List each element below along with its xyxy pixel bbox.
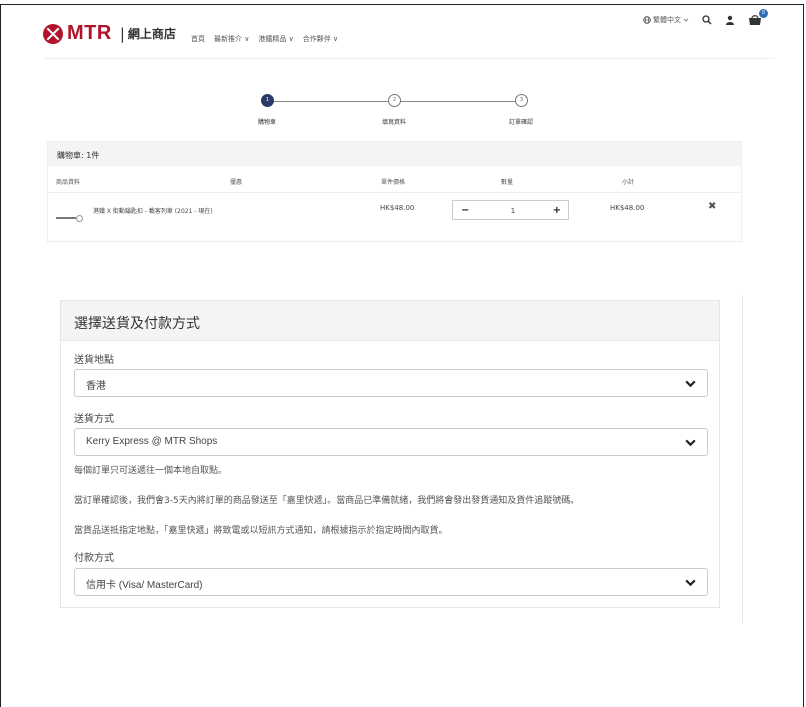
- delivery-method-value: Kerry Express @ MTR Shops: [86, 436, 218, 447]
- payment-method-label: 付款方式: [74, 553, 114, 564]
- column-header-product: 商品資料: [56, 179, 81, 186]
- delivery-location-select[interactable]: 香港: [74, 369, 708, 397]
- step-connector: [401, 101, 516, 102]
- column-header-subtotal: 小計: [622, 179, 635, 186]
- main-nav: 首頁 最新推介 ∨ 港鐵精品 ∨ 合作夥伴 ∨: [191, 34, 338, 44]
- product-name[interactable]: 港鐵 X 街動鑰匙扣 - 載客列車 (2021 - 現在): [93, 206, 218, 217]
- cart-divider: [48, 192, 741, 193]
- header-tools: 繁體中文 0: [643, 9, 768, 26]
- user-icon[interactable]: [725, 15, 735, 25]
- step-1-label: 購物車: [257, 119, 276, 126]
- delivery-location-value: 香港: [86, 381, 106, 392]
- quantity-stepper: − 1 +: [452, 200, 569, 220]
- quantity-decrease-button[interactable]: −: [461, 205, 469, 216]
- cart-table: 購物車: 1件 商品資料 優惠 單件價格 數量 小計 港鐵 X 街動鑰匙扣 - …: [47, 141, 742, 242]
- quantity-input[interactable]: 1: [503, 207, 523, 215]
- chevron-down-icon: [683, 18, 689, 22]
- shipping-panel-title: 選擇送貨及付款方式: [74, 316, 200, 332]
- delivery-location-label: 送貨地點: [74, 355, 114, 366]
- remove-item-icon[interactable]: ✖: [708, 201, 716, 212]
- column-header-discount: 優惠: [230, 179, 243, 186]
- delivery-note: 當貨品送抵指定地點，「嘉里快遞」將致電或以短訊方式通知，請根據指示於指定時間內取…: [74, 526, 448, 536]
- cart-title: 購物車: 1件: [57, 151, 100, 160]
- delivery-method-select[interactable]: Kerry Express @ MTR Shops: [74, 428, 708, 456]
- column-header-quantity: 數量: [501, 179, 514, 186]
- language-selector[interactable]: 繁體中文: [643, 15, 689, 25]
- cart-button[interactable]: 0: [748, 9, 768, 26]
- delivery-method-label: 送貨方式: [74, 414, 114, 425]
- payment-method-select[interactable]: 信用卡 (Visa/ MasterCard): [74, 568, 708, 596]
- step-3-label: 訂單確認: [508, 119, 533, 126]
- nav-item-products[interactable]: 港鐵精品 ∨: [258, 34, 293, 44]
- mtr-logo-icon: [43, 23, 63, 44]
- panel-divider: [742, 295, 743, 623]
- chevron-down-icon: [685, 439, 696, 447]
- header-divider: [44, 58, 774, 59]
- language-label: 繁體中文: [653, 16, 681, 24]
- step-2-label: 填寫資料: [381, 119, 406, 126]
- cart-header: 購物車: 1件: [48, 142, 741, 166]
- column-header-unit-price: 單件價格: [381, 179, 406, 186]
- step-connector: [273, 101, 388, 102]
- product-thumbnail[interactable]: [56, 215, 84, 222]
- delivery-note: 當訂單確認後，我們會3-5天內將訂單的商品發送至「嘉里快遞」。當商品已準備就緒，…: [74, 496, 580, 506]
- cart-count-badge: 0: [759, 9, 768, 18]
- chevron-down-icon: [685, 380, 696, 388]
- brand-separator: |: [119, 24, 125, 43]
- shipping-payment-panel: 選擇送貨及付款方式 送貨地點 香港 送貨方式 Kerry Express @ M…: [60, 300, 720, 608]
- step-2-indicator: 2: [388, 94, 401, 107]
- nav-item-new[interactable]: 最新推介 ∨: [214, 34, 249, 44]
- step-3-indicator: 3: [515, 94, 528, 107]
- shipping-panel-header: 選擇送貨及付款方式: [61, 301, 719, 341]
- site-logo[interactable]: MTR | 網上商店: [43, 22, 176, 45]
- step-1-indicator: 1: [261, 94, 274, 107]
- nav-item-home[interactable]: 首頁: [191, 34, 205, 44]
- search-icon[interactable]: [702, 15, 712, 25]
- chevron-down-icon: [685, 579, 696, 587]
- line-subtotal: HK$48.00: [610, 204, 645, 212]
- brand-subtitle: 網上商店: [127, 27, 176, 41]
- unit-price: HK$48.00: [380, 204, 415, 212]
- globe-icon: [643, 16, 651, 24]
- nav-item-partners[interactable]: 合作夥伴 ∨: [303, 34, 338, 44]
- delivery-note: 每個訂單只可送遞往一個本地自取點。: [74, 466, 228, 476]
- payment-method-value: 信用卡 (Visa/ MasterCard): [86, 580, 203, 591]
- brand-name: MTR: [67, 22, 112, 44]
- quantity-increase-button[interactable]: +: [553, 205, 561, 216]
